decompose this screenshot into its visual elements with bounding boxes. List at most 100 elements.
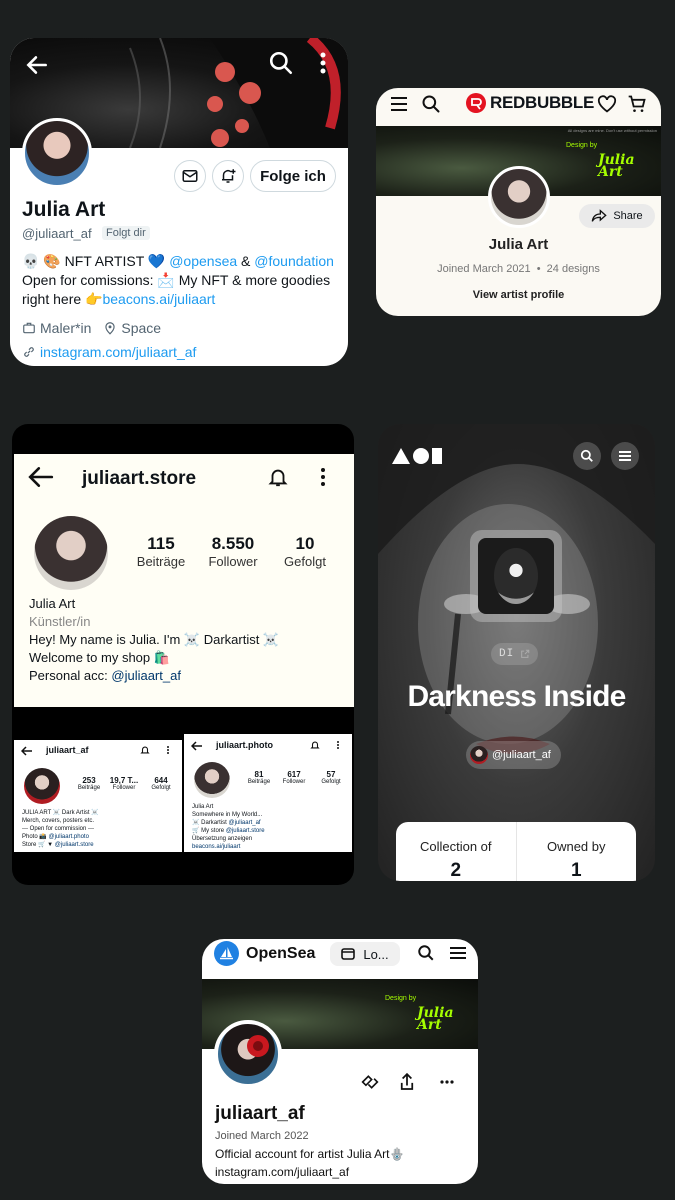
creator-chip[interactable]: @juliaart_af (466, 741, 561, 769)
twitter-profile-card: Folge ich Julia Art @juliaart_af Folgt d… (10, 38, 348, 366)
stat-followers[interactable]: 8.550 Follower (198, 534, 268, 569)
bio-text: Personal acc: (29, 668, 112, 683)
external-link-icon (520, 649, 530, 659)
bio-link[interactable]: instagram.com/juliaart_af (215, 1163, 404, 1181)
avatar[interactable] (214, 1020, 282, 1088)
redbubble-profile-card: REDBUBBLE All designs are mine. Don't us… (376, 88, 661, 316)
search-icon[interactable] (268, 50, 294, 76)
more-options-icon[interactable] (319, 466, 327, 488)
bell-icon[interactable] (310, 740, 320, 750)
nft-portrait (494, 548, 538, 604)
bio-link[interactable]: beacons.ai/juliaart (192, 843, 265, 851)
more-options-icon[interactable] (440, 1080, 454, 1084)
instagram-collage-card: juliaart.store 115 Beiträge 8.550 Follow… (12, 424, 354, 885)
stat-value: 115 (147, 534, 175, 553)
profile-username: juliaart.store (82, 468, 197, 489)
stat-label: Beiträge (247, 779, 271, 785)
stat-label: Collection of (419, 839, 492, 854)
stat-value: 8.550 (211, 534, 255, 553)
profile-meta: Maler*in Space (22, 320, 161, 336)
redbubble-logo[interactable]: REDBUBBLE (466, 93, 594, 113)
bio-link[interactable]: @juliaart.store (55, 842, 94, 848)
stat-label: Gefolgt (284, 554, 326, 569)
share-label: Share (613, 210, 643, 222)
view-artist-profile-link[interactable]: View artist profile (376, 289, 661, 301)
heart-icon[interactable] (597, 95, 617, 113)
personal-account-link[interactable]: @juliaart_af (111, 668, 181, 683)
creator-handle: @juliaart_af (492, 749, 551, 761)
website-link[interactable]: instagram.com/juliaart_af (40, 344, 196, 360)
share-icon[interactable] (400, 1073, 414, 1091)
share-button[interactable]: Share (579, 204, 655, 228)
stat-following[interactable]: 57 Gefolgt (314, 770, 348, 785)
opensea-logo-icon (214, 941, 239, 966)
avatar[interactable] (488, 166, 550, 228)
stat-value: 1 (570, 860, 582, 881)
collection-thumbnail[interactable] (470, 530, 562, 622)
bio-link[interactable]: @juliaart.store (226, 828, 265, 834)
offer-icon[interactable] (360, 1073, 380, 1091)
avatar[interactable] (34, 516, 108, 590)
search-icon[interactable] (417, 944, 435, 962)
hamburger-menu-icon[interactable] (390, 96, 408, 112)
profile-name: Julia Art (22, 198, 106, 221)
bio-link-beacons[interactable]: beacons.ai/juliaart (102, 291, 215, 307)
back-arrow-icon[interactable] (21, 746, 33, 756)
stat-label: Owned by (546, 839, 606, 854)
more-options-icon[interactable] (316, 50, 330, 76)
profile-username: juliaart_af (46, 745, 89, 755)
notifications-button[interactable] (212, 160, 244, 192)
bio-text: Official account for artist Julia Art🪬 (215, 1147, 405, 1161)
bio-link[interactable]: @juliaart_af (228, 820, 260, 826)
bio-text: 🛒 My store (192, 828, 226, 834)
search-icon (580, 449, 594, 463)
profile-location: Space (121, 320, 162, 336)
profile-category: Künstler/in (29, 614, 91, 629)
stat-following[interactable]: 10 Gefolgt (270, 534, 340, 569)
location-icon (103, 321, 117, 335)
back-arrow-icon[interactable] (28, 466, 54, 488)
bio-link-foundation[interactable]: @foundation (254, 253, 334, 269)
stat-collection: Collection of 2 (396, 822, 517, 881)
avatar[interactable] (194, 762, 230, 798)
logo-text: REDBUBBLE (490, 93, 595, 112)
login-button[interactable]: Lo... (330, 942, 400, 966)
stat-label: Beiträge (77, 785, 101, 791)
hamburger-menu-icon[interactable] (449, 946, 467, 960)
stat-followers[interactable]: 19,7 T... Follower (106, 776, 142, 791)
translate-link[interactable]: Übersetzung anzeigen (192, 835, 265, 843)
cart-icon[interactable] (627, 94, 647, 114)
avatar[interactable] (22, 118, 92, 188)
avatar[interactable] (24, 768, 60, 804)
stat-following[interactable]: 644 Gefolgt (144, 776, 178, 791)
stat-posts[interactable]: 115 Beiträge (126, 534, 196, 569)
bell-icon[interactable] (140, 745, 150, 755)
creator-avatar (470, 746, 488, 764)
more-options-icon[interactable] (336, 740, 340, 750)
profile-website[interactable]: instagram.com/juliaart_af (22, 344, 196, 360)
collection-symbol-badge[interactable]: DI (491, 643, 539, 665)
opensea-logo[interactable]: OpenSea (214, 941, 315, 966)
collection-initials: DI (499, 648, 515, 660)
bio-text: Photo 📸 (22, 834, 49, 840)
message-button[interactable] (174, 160, 206, 192)
more-options-icon[interactable] (166, 745, 170, 755)
bio-link-opensea[interactable]: @opensea (169, 253, 237, 269)
following-button[interactable]: Folge ich (250, 160, 336, 192)
menu-button[interactable] (611, 442, 639, 470)
stat-followers[interactable]: 617 Follower (276, 770, 312, 785)
profile-name: Julia Art (29, 596, 76, 611)
back-arrow-icon[interactable] (24, 52, 50, 78)
foundation-logo-icon[interactable] (392, 448, 442, 464)
back-arrow-icon[interactable] (191, 741, 203, 751)
search-icon[interactable] (421, 94, 441, 114)
profile-job: Maler*in (40, 320, 92, 336)
stat-value: 57 (326, 770, 336, 779)
bell-icon[interactable] (267, 466, 289, 488)
designs-count: 24 designs (546, 263, 600, 275)
stat-posts[interactable]: 253 Beiträge (72, 776, 106, 791)
search-button[interactable] (573, 442, 601, 470)
bio-link[interactable]: @juliaart.photo (48, 834, 88, 840)
opensea-profile-card: OpenSea Lo... Design by Julia Art juliaa… (202, 939, 478, 1184)
stat-posts[interactable]: 81 Beiträge (242, 770, 276, 785)
